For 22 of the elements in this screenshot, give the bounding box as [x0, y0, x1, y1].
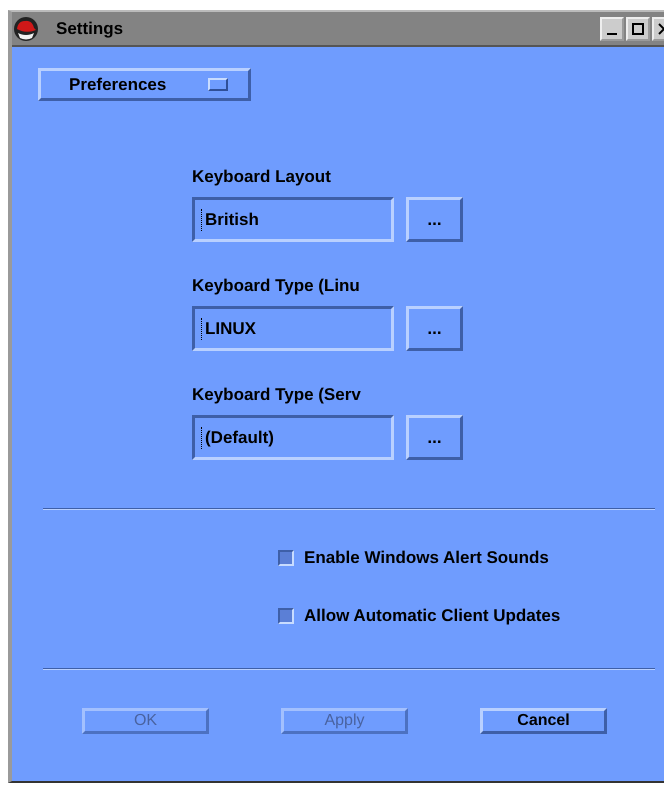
field-label: Keyboard Type (Linu [192, 276, 361, 297]
hat-logo-icon [12, 16, 40, 42]
checkbox[interactable] [278, 550, 294, 566]
text-field[interactable]: LINUX [192, 306, 394, 351]
maximize-icon [631, 22, 645, 36]
dialog-button[interactable]: Cancel [480, 708, 607, 734]
window-title: Settings [56, 18, 124, 38]
checkbox-label: Allow Automatic Client Updates [304, 606, 560, 626]
text-field[interactable]: (Default) [192, 415, 394, 460]
checkbox-label: Enable Windows Alert Sounds [304, 548, 549, 568]
checkbox[interactable] [278, 608, 294, 624]
browse-button[interactable]: ... [406, 197, 463, 242]
browse-button[interactable]: ... [406, 306, 463, 351]
browse-button[interactable]: ... [406, 415, 463, 460]
minimize-icon [607, 32, 617, 34]
field-label: Keyboard Type (Serv [192, 385, 362, 406]
preferences-menu-button[interactable]: Preferences [38, 68, 251, 101]
maximize-button[interactable] [626, 16, 650, 40]
option-menu-indicator-icon [208, 78, 228, 91]
text-field[interactable]: British [192, 197, 394, 242]
field-label: Keyboard Layout [192, 167, 332, 188]
minimize-button[interactable] [600, 16, 624, 40]
